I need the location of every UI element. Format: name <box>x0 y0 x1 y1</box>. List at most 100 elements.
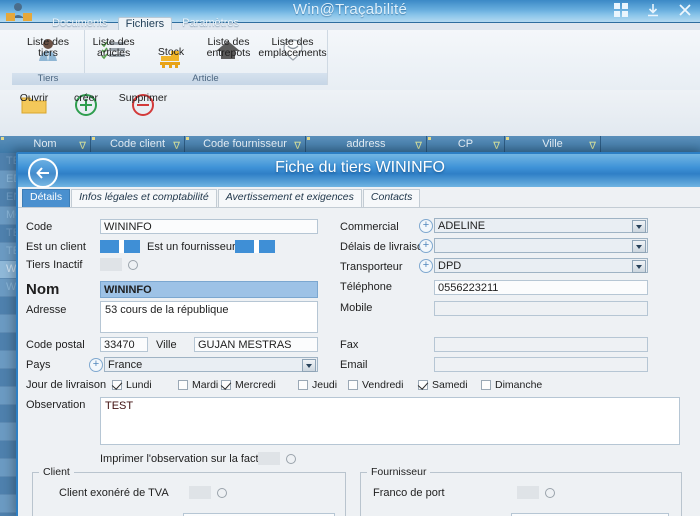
delete-button-label: Supprimer <box>118 92 168 104</box>
ribbon-label-stock: Stock <box>157 46 185 58</box>
toggle-client-exonere-tva[interactable] <box>189 486 211 499</box>
tab-details[interactable]: Détails <box>22 189 71 207</box>
label-tiers-inactif: Tiers Inactif <box>26 259 83 271</box>
dialog-body: Code WININFO Est un client Est un fourni… <box>18 208 700 516</box>
ribbon-button-liste-des-articles[interactable]: Liste des articles <box>84 33 143 63</box>
tab-infos-legales[interactable]: Infos légales et comptabilité <box>71 189 217 207</box>
checkbox-day-mercredi[interactable] <box>221 380 231 390</box>
combo-pays-value: France <box>108 359 143 371</box>
minimize-download-button[interactable] <box>644 1 662 19</box>
create-button[interactable]: créer <box>58 92 114 118</box>
combo-delais-de-livraison[interactable] <box>434 238 648 253</box>
tile-windows-button[interactable] <box>612 1 630 19</box>
label-day-lundi: Lundi <box>126 379 152 391</box>
toggle-client-exonere-indicator <box>217 488 227 498</box>
input-telephone[interactable]: 0556223211 <box>434 280 648 295</box>
open-button[interactable]: Ouvrir <box>6 92 62 118</box>
toggle-imprimer-observation[interactable] <box>258 452 280 465</box>
ribbon-button-liste-des-tiers[interactable]: Liste des tiers <box>12 33 84 63</box>
window-controls <box>612 1 694 19</box>
label-telephone: Téléphone <box>340 281 392 293</box>
chevron-down-icon[interactable] <box>632 220 646 233</box>
input-code-postal[interactable]: 33470 <box>100 337 148 352</box>
checkbox-day-dimanche[interactable] <box>481 380 491 390</box>
checkbox-day-vendredi[interactable] <box>348 380 358 390</box>
add-commercial-icon[interactable]: + <box>419 219 433 233</box>
label-est-un-fournisseur: Est un fournisseur <box>147 241 236 253</box>
input-observation[interactable]: TEST <box>100 397 680 445</box>
checkbox-day-lundi[interactable] <box>112 380 122 390</box>
input-email[interactable] <box>434 357 648 372</box>
ribbon-button-stock[interactable]: Stock <box>143 33 198 73</box>
tab-contacts[interactable]: Contacts <box>362 189 421 207</box>
label-day-vendredi: Vendredi <box>362 379 404 391</box>
label-day-mardi: Mardi <box>192 379 219 391</box>
menu-item-parametres[interactable]: Paramètres <box>174 16 247 30</box>
grid-column-header[interactable]: Code fournisseur ∇ <box>185 136 306 153</box>
label-day-mercredi: Mercredi <box>235 379 276 391</box>
chevron-down-icon[interactable] <box>632 240 646 253</box>
label-mobile: Mobile <box>340 302 373 314</box>
add-pays-icon[interactable]: + <box>89 358 103 372</box>
menu-item-fichiers[interactable]: Fichiers <box>117 17 173 30</box>
grid-column-header[interactable]: CP ∇ <box>427 136 505 153</box>
input-ville[interactable]: GUJAN MESTRAS <box>194 337 318 352</box>
grid-column-header[interactable]: Ville ∇ <box>505 136 601 153</box>
dialog-title-bar: Fiche du tiers WININFO <box>18 154 700 188</box>
combo-pays[interactable]: France <box>104 357 318 372</box>
ribbon: Liste des tiers Tiers Liste des articles… <box>0 30 700 91</box>
label-pays: Pays <box>26 359 51 371</box>
add-delais-icon[interactable]: + <box>419 239 433 253</box>
grid-column-header[interactable]: Nom ∇ <box>0 136 91 153</box>
add-transporteur-icon[interactable]: + <box>419 259 433 273</box>
checkbox-day-mardi[interactable] <box>178 380 188 390</box>
combo-commercial-value: ADELINE <box>438 220 486 232</box>
toggle-est-un-fournisseur[interactable] <box>235 240 275 253</box>
label-nom: Nom <box>26 281 60 298</box>
dialog-tabs: Détails Infos légales et comptabilité Av… <box>18 187 700 208</box>
label-client-exonere-tva: Client exonéré de TVA <box>59 487 169 499</box>
label-franco-de-port: Franco de port <box>373 487 445 499</box>
label-code: Code <box>26 221 53 233</box>
grid-column-header[interactable]: address ∇ <box>306 136 427 153</box>
toggle-franco-de-port-indicator <box>545 488 555 498</box>
ribbon-label-line2: articles <box>97 47 131 59</box>
grid-column-header[interactable]: Code client ∇ <box>91 136 185 153</box>
chevron-down-icon[interactable] <box>632 260 646 273</box>
ribbon-group-article: Liste des articles Stock Liste des entre… <box>84 30 328 85</box>
tab-avertissement[interactable]: Avertissement et exigences <box>217 189 362 207</box>
input-nom[interactable]: WININFO <box>100 281 318 298</box>
ribbon-group-tiers: Liste des tiers Tiers <box>12 30 85 85</box>
ribbon-group-label-article: Article <box>84 73 327 85</box>
chevron-down-icon[interactable] <box>302 359 316 372</box>
toggle-tiers-inactif[interactable] <box>100 258 122 271</box>
combo-transporteur[interactable]: DPD <box>434 258 648 273</box>
input-code[interactable]: WININFO <box>100 219 318 234</box>
app-logo-icon <box>6 3 32 21</box>
label-day-dimanche: Dimanche <box>495 379 543 391</box>
delete-button[interactable]: Supprimer <box>110 92 176 118</box>
label-transporteur: Transporteur <box>340 261 403 273</box>
label-jour-de-livraison: Jour de livraison <box>26 379 107 391</box>
input-mobile[interactable] <box>434 301 648 316</box>
fieldset-fournisseur-legend: Fournisseur <box>367 466 431 478</box>
label-email: Email <box>340 359 368 371</box>
checkbox-day-jeudi[interactable] <box>298 380 308 390</box>
ribbon-button-liste-des-emplacements[interactable]: Liste des emplacements <box>258 33 327 63</box>
menu-item-documents[interactable]: Documents <box>44 16 116 30</box>
label-adresse: Adresse <box>26 304 67 316</box>
ribbon-label-line2: tiers <box>38 47 58 59</box>
input-adresse[interactable]: 53 cours de la république <box>100 301 318 333</box>
toggle-est-un-client[interactable] <box>100 240 140 253</box>
label-commercial: Commercial <box>340 221 399 233</box>
toggle-franco-de-port[interactable] <box>517 486 539 499</box>
download-arrow-icon <box>648 4 658 17</box>
action-toolbar: Ouvrir créer Supprimer Afficher <box>0 90 700 209</box>
ribbon-button-liste-des-entrepots[interactable]: Liste des entrepots <box>199 33 258 63</box>
input-fax[interactable] <box>434 337 648 352</box>
combo-commercial[interactable]: ADELINE <box>434 218 648 233</box>
close-button[interactable] <box>676 1 694 19</box>
open-button-label: Ouvrir <box>19 92 49 104</box>
fieldset-client-legend: Client <box>39 466 74 478</box>
checkbox-day-samedi[interactable] <box>418 380 428 390</box>
